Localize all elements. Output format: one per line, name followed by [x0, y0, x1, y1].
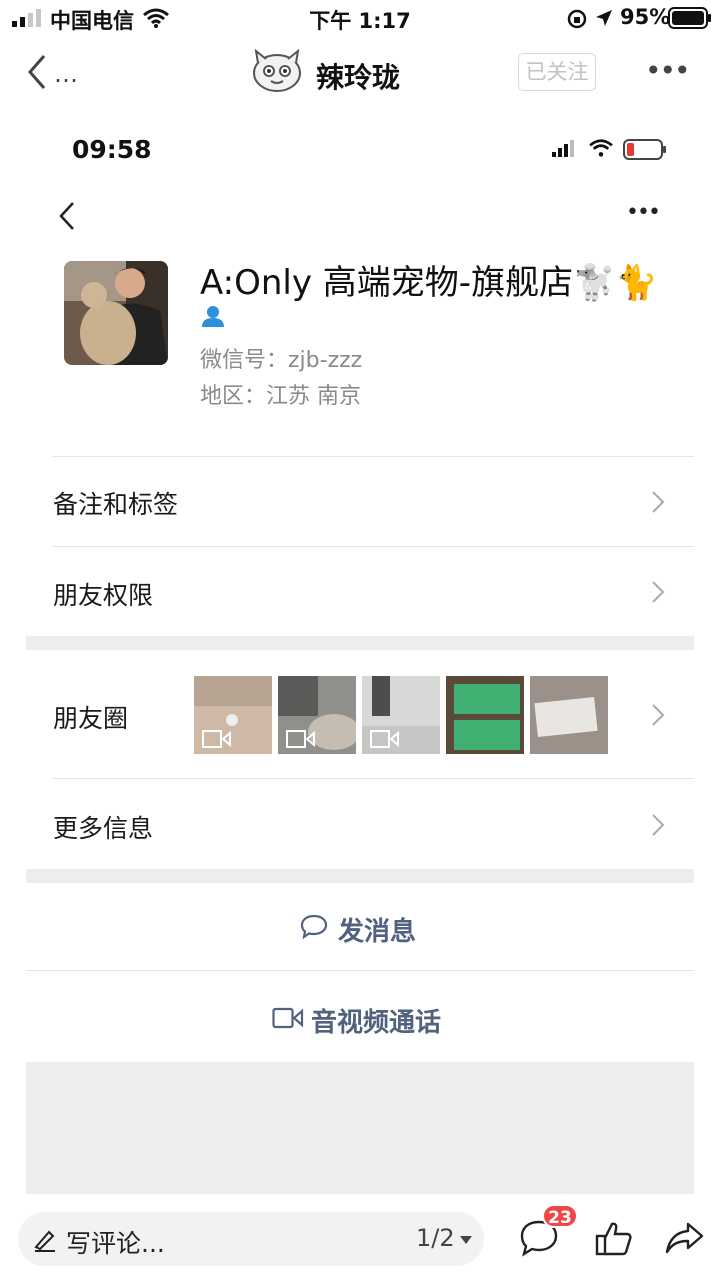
profile-name: A:Only 高端宠物-旗舰店🐩🐈 [200, 263, 658, 303]
chevron-left-icon [28, 55, 46, 89]
back-dots: … [54, 60, 78, 88]
page-bottom-area [26, 1062, 694, 1194]
inner-status-time: 09:58 [72, 135, 152, 164]
send-message-label: 发消息 [338, 917, 417, 947]
notes-tags-label: 备注和标签 [53, 490, 179, 519]
more-options-button[interactable]: ••• [645, 54, 691, 87]
video-icon [370, 730, 399, 748]
account-name[interactable]: 辣玲珑 [316, 56, 400, 96]
battery-icon [668, 7, 712, 29]
inner-signal-icon [552, 140, 578, 158]
pencil-icon [33, 1228, 57, 1252]
chevron-right-icon [651, 813, 665, 837]
lock-rotation-icon [566, 8, 588, 30]
profile-avatar [64, 261, 168, 365]
moments-thumbnail [194, 676, 272, 754]
more-info-label: 更多信息 [53, 814, 154, 843]
inner-more-icon: ••• [626, 200, 661, 225]
page-indicator[interactable]: 1/2 [416, 1224, 455, 1252]
region: 地区：江苏 南京 [200, 384, 361, 409]
chevron-right-icon [651, 490, 665, 514]
comment-placeholder: 写评论... [66, 1229, 165, 1258]
av-call-label: 音视频通话 [311, 1008, 442, 1038]
section-gap [26, 636, 694, 650]
share-arrow-icon [665, 1222, 704, 1254]
dropdown-caret-icon [460, 1236, 472, 1244]
friend-permissions-label: 朋友权限 [53, 581, 154, 610]
chat-bubble-icon [300, 914, 328, 940]
video-camera-icon [272, 1007, 304, 1029]
verified-person-icon [200, 305, 226, 329]
comment-count-badge: 23 [542, 1204, 578, 1228]
chevron-right-icon [651, 703, 665, 727]
back-button[interactable]: … [26, 52, 90, 96]
video-icon [286, 730, 315, 748]
inner-battery-icon [623, 139, 667, 161]
battery-percent: 95% [620, 5, 671, 29]
wechat-id: 微信号：zjb-zzz [200, 348, 363, 373]
video-icon [202, 730, 231, 748]
moments-thumbnail [530, 676, 608, 754]
inner-back-icon [58, 200, 76, 232]
share-button[interactable] [664, 1220, 706, 1256]
inner-wifi-icon [588, 138, 614, 158]
chevron-right-icon [651, 580, 665, 604]
account-avatar[interactable] [252, 49, 302, 93]
follow-button[interactable]: 已关注 [518, 53, 596, 91]
section-gap [26, 869, 694, 883]
moments-thumbnail [278, 676, 356, 754]
moments-thumbnail [362, 676, 440, 754]
moments-label: 朋友圈 [53, 704, 129, 733]
thumbs-up-icon [595, 1222, 632, 1256]
moments-thumbnail [446, 676, 524, 754]
like-button[interactable] [594, 1218, 634, 1258]
location-icon [594, 8, 614, 28]
